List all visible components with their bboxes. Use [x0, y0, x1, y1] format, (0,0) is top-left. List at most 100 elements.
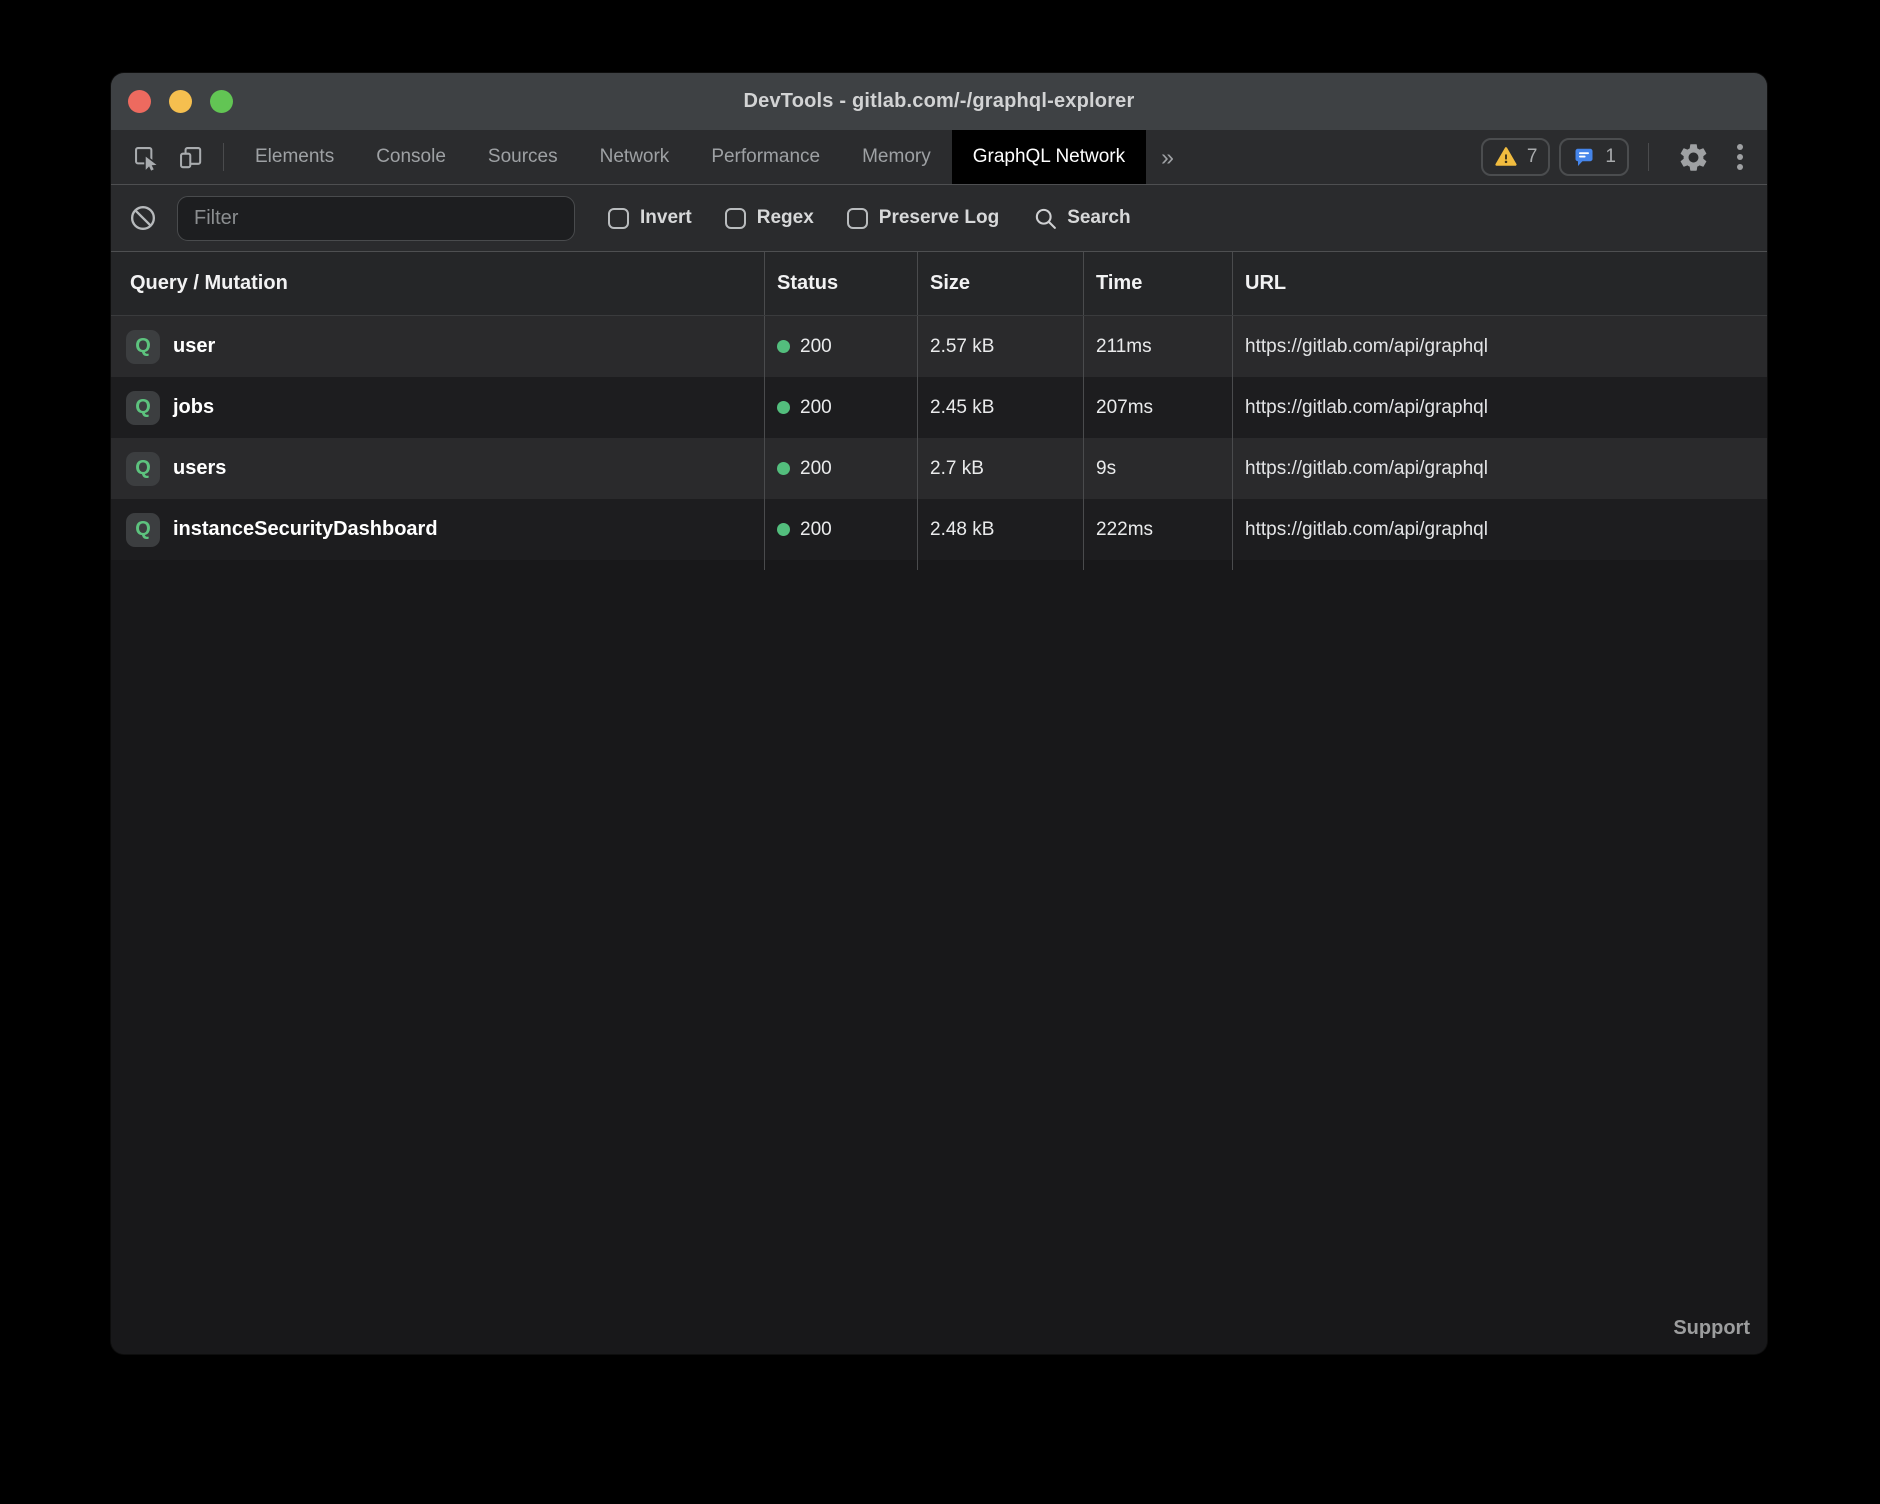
- requests-table: Q user 200 2.57 kB 211ms https://gitlab.…: [111, 316, 1767, 560]
- panel-tab[interactable]: Memory: [841, 130, 952, 184]
- panel-tab[interactable]: GraphQL Network: [952, 130, 1146, 184]
- url-cell: https://gitlab.com/api/graphql: [1232, 316, 1767, 377]
- status-dot-icon: [777, 401, 790, 414]
- size-cell: 2.48 kB: [917, 499, 1083, 560]
- column-header[interactable]: Query / Mutation: [111, 252, 764, 315]
- column-divider-stubs: [111, 560, 1767, 570]
- panel-tab[interactable]: Performance: [690, 130, 841, 184]
- filter-checkbox-option[interactable]: Preserve Log: [847, 207, 999, 229]
- time-cell: 211ms: [1083, 316, 1232, 377]
- table-row[interactable]: Q user 200 2.57 kB 211ms https://gitlab.…: [111, 316, 1767, 377]
- size-cell: 2.7 kB: [917, 438, 1083, 499]
- titlebar: DevTools - gitlab.com/-/graphql-explorer: [111, 73, 1767, 130]
- size-cell: 2.45 kB: [917, 377, 1083, 438]
- clear-requests-button[interactable]: [125, 204, 161, 232]
- inspect-element-button[interactable]: [123, 130, 168, 184]
- query-type-badge-icon: Q: [126, 330, 160, 364]
- warnings-badge[interactable]: 7: [1481, 138, 1551, 176]
- panel-tab[interactable]: Console: [355, 130, 467, 184]
- url-cell: https://gitlab.com/api/graphql: [1232, 438, 1767, 499]
- status-cell: 200: [764, 438, 917, 499]
- search-icon: [1033, 206, 1058, 231]
- toolbar-right-tools: 7 1: [1481, 130, 1767, 184]
- search-control[interactable]: Search: [1033, 206, 1130, 231]
- customize-devtools-menu-button[interactable]: [1728, 144, 1752, 170]
- toolbar-divider: [223, 143, 224, 171]
- query-type-badge-icon: Q: [126, 452, 160, 486]
- panel-tab[interactable]: Elements: [234, 130, 355, 184]
- kebab-menu-icon: [1737, 144, 1743, 170]
- panel-tab-label: Sources: [488, 146, 558, 168]
- table-row[interactable]: Q users 200 2.7 kB 9s https://gitlab.com…: [111, 438, 1767, 499]
- status-code: 200: [800, 336, 832, 358]
- issues-badge[interactable]: 1: [1559, 138, 1629, 176]
- minimize-window-button[interactable]: [169, 90, 192, 113]
- table-header: Query / Mutation Status Size Time URL: [111, 252, 1767, 316]
- url-cell: https://gitlab.com/api/graphql: [1232, 499, 1767, 560]
- panel-tab[interactable]: Network: [579, 130, 691, 184]
- status-dot-icon: [777, 340, 790, 353]
- column-header-label: Query / Mutation: [130, 272, 288, 295]
- query-name: instanceSecurityDashboard: [173, 518, 438, 541]
- panel-tabs: Elements Console Sources Network Perform…: [234, 130, 1146, 184]
- checkbox-icon: [608, 208, 629, 229]
- panel-body: Support: [111, 570, 1767, 1354]
- device-toolbar-icon: [177, 144, 204, 171]
- column-header-label: Status: [777, 272, 838, 295]
- more-tabs-button[interactable]: »: [1146, 130, 1189, 184]
- query-cell: Q users: [111, 438, 764, 499]
- column-header[interactable]: Time: [1083, 252, 1232, 315]
- panel-tab-label: Elements: [255, 146, 334, 168]
- traffic-lights: [128, 73, 233, 130]
- status-cell: 200: [764, 377, 917, 438]
- panel-tab-label: Performance: [711, 146, 820, 168]
- filter-input[interactable]: [177, 196, 575, 241]
- checkbox-icon: [725, 208, 746, 229]
- panel-tab[interactable]: Sources: [467, 130, 579, 184]
- status-cell: 200: [764, 316, 917, 377]
- query-name: jobs: [173, 396, 214, 419]
- column-header[interactable]: Size: [917, 252, 1083, 315]
- query-type-badge-icon: Q: [126, 391, 160, 425]
- panel-tab-label: Memory: [862, 146, 931, 168]
- column-header-label: Size: [930, 272, 970, 295]
- search-label: Search: [1067, 207, 1130, 229]
- status-code: 200: [800, 458, 832, 480]
- panel-tab-label: Network: [600, 146, 670, 168]
- column-header[interactable]: URL: [1232, 252, 1767, 315]
- settings-gear-icon: [1677, 141, 1710, 174]
- checkbox-label: Regex: [757, 207, 814, 229]
- filter-toolbar: Invert Regex Preserve Log Search: [111, 185, 1767, 252]
- column-header[interactable]: Status: [764, 252, 917, 315]
- devtools-main-toolbar: Elements Console Sources Network Perform…: [111, 130, 1767, 185]
- time-cell: 222ms: [1083, 499, 1232, 560]
- warning-icon: [1494, 145, 1518, 169]
- filter-checkbox-option[interactable]: Regex: [725, 207, 814, 229]
- status-dot-icon: [777, 462, 790, 475]
- table-row[interactable]: Q jobs 200 2.45 kB 207ms https://gitlab.…: [111, 377, 1767, 438]
- query-type-badge-icon: Q: [126, 513, 160, 547]
- table-row[interactable]: Q instanceSecurityDashboard 200 2.48 kB …: [111, 499, 1767, 560]
- query-name: user: [173, 335, 215, 358]
- checkbox-label: Invert: [640, 207, 692, 229]
- status-code: 200: [800, 397, 832, 419]
- status-code: 200: [800, 519, 832, 541]
- query-name: users: [173, 457, 226, 480]
- query-cell: Q jobs: [111, 377, 764, 438]
- close-window-button[interactable]: [128, 90, 151, 113]
- warning-count: 7: [1527, 146, 1538, 168]
- settings-button[interactable]: [1668, 141, 1719, 174]
- url-cell: https://gitlab.com/api/graphql: [1232, 377, 1767, 438]
- time-cell: 207ms: [1083, 377, 1232, 438]
- issue-count: 1: [1605, 146, 1616, 168]
- inspect-icon: [132, 144, 159, 171]
- column-header-label: Time: [1096, 272, 1142, 295]
- maximize-window-button[interactable]: [210, 90, 233, 113]
- support-link[interactable]: Support: [1673, 1317, 1750, 1340]
- status-dot-icon: [777, 523, 790, 536]
- column-header-label: URL: [1245, 272, 1286, 295]
- filter-checkbox-option[interactable]: Invert: [608, 207, 692, 229]
- toggle-device-toolbar-button[interactable]: [168, 130, 213, 184]
- panel-tab-label: Console: [376, 146, 446, 168]
- status-cell: 200: [764, 499, 917, 560]
